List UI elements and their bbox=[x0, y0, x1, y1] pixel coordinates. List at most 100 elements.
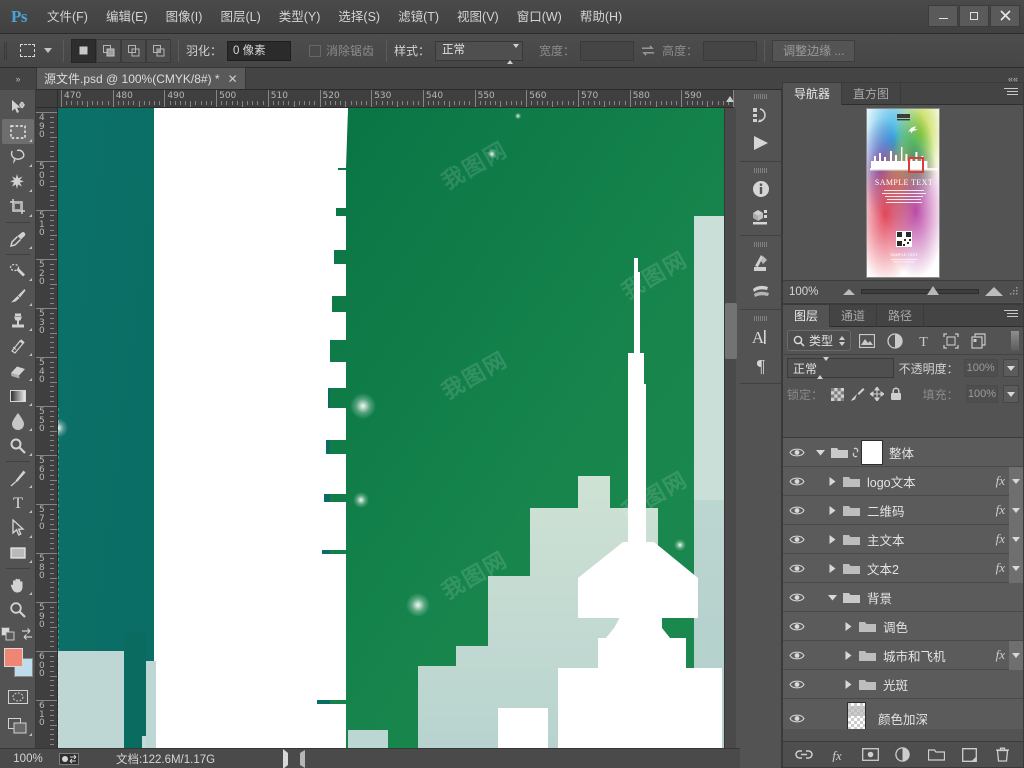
layer-filter-toggle[interactable] bbox=[1011, 330, 1019, 351]
table-row[interactable]: 颜色加深 bbox=[783, 699, 1023, 729]
layer-style-fx-icon[interactable]: fx bbox=[828, 746, 846, 764]
layer-filter-kind-select[interactable]: 类型 bbox=[787, 330, 852, 351]
link-mask-icon[interactable] bbox=[849, 446, 861, 459]
menu-layer[interactable]: 图层(L) bbox=[211, 0, 269, 34]
layer-name[interactable]: 二维码 bbox=[867, 501, 996, 520]
lock-image-pixels-icon[interactable] bbox=[850, 386, 865, 403]
layer-effects-expand[interactable] bbox=[1009, 495, 1023, 525]
resize-grip-icon[interactable] bbox=[1009, 285, 1019, 299]
layer-visibility-icon[interactable] bbox=[783, 476, 811, 487]
lock-transparent-pixels-icon[interactable] bbox=[830, 386, 845, 403]
style-select[interactable]: 正常 bbox=[435, 40, 524, 64]
fill-value[interactable]: 100% bbox=[965, 385, 999, 403]
group-expand-arrow[interactable] bbox=[839, 650, 857, 660]
close-icon[interactable]: ✕ bbox=[228, 72, 238, 86]
layer-name[interactable]: logo文本 bbox=[867, 472, 996, 491]
table-row[interactable]: 主文本 fx bbox=[783, 524, 1023, 554]
tool-presets-icon[interactable] bbox=[744, 249, 778, 277]
table-row[interactable]: 光斑 bbox=[783, 670, 1023, 699]
status-zoom-value[interactable]: 100% bbox=[0, 753, 56, 765]
add-to-selection-button[interactable] bbox=[96, 38, 121, 63]
path-selection-tool[interactable] bbox=[2, 515, 34, 540]
close-button[interactable] bbox=[990, 4, 1020, 27]
crop-tool[interactable] bbox=[2, 194, 34, 219]
layer-visibility-icon[interactable] bbox=[783, 447, 811, 458]
brush-tool[interactable] bbox=[2, 283, 34, 308]
filter-pixel-icon[interactable] bbox=[855, 330, 879, 352]
lasso-tool[interactable] bbox=[2, 144, 34, 169]
actions-panel-icon[interactable] bbox=[744, 129, 778, 157]
clone-stamp-tool[interactable] bbox=[2, 308, 34, 333]
blend-mode-select[interactable]: 正常 bbox=[787, 357, 894, 379]
magic-wand-tool[interactable] bbox=[2, 169, 34, 194]
layer-visibility-icon[interactable] bbox=[783, 563, 811, 574]
toolbar-dock-collapse[interactable]: » bbox=[0, 68, 36, 90]
layer-effects-expand[interactable] bbox=[1009, 466, 1023, 496]
menu-view[interactable]: 视图(V) bbox=[448, 0, 508, 34]
group-expand-arrow[interactable] bbox=[823, 563, 841, 573]
document-tab[interactable]: 源文件.psd @ 100%(CMYK/8#) * ✕ bbox=[36, 67, 246, 89]
table-row[interactable]: 文本2 fx bbox=[783, 553, 1023, 583]
layer-list[interactable]: 整体 logo文本 fx 二维码 fx 主文本 fx 文本2 fx 背景 调色 … bbox=[783, 437, 1023, 729]
zoom-tool[interactable] bbox=[2, 597, 34, 622]
artwork-image[interactable]: 我图网 我图网 我图网 我图网 我图网 我图网 我图网 我图网 我图网 bbox=[58, 108, 728, 748]
opacity-dropdown[interactable] bbox=[1002, 359, 1019, 377]
group-expand-arrow[interactable] bbox=[823, 505, 841, 515]
navigator-preview[interactable]: SAMPLE TEXT SAMPLE TEXT bbox=[783, 105, 1023, 280]
tool-preset-picker[interactable] bbox=[14, 39, 40, 63]
dodge-tool[interactable] bbox=[2, 433, 34, 458]
tab-navigator[interactable]: 导航器 bbox=[783, 83, 843, 105]
options-bar-grip[interactable] bbox=[4, 40, 14, 62]
filter-adjustment-icon[interactable] bbox=[883, 330, 907, 352]
quick-mask-icon[interactable] bbox=[2, 684, 34, 709]
new-adjustment-layer-icon[interactable] bbox=[894, 746, 912, 764]
scroll-up-button[interactable] bbox=[724, 92, 736, 106]
new-group-icon[interactable] bbox=[927, 746, 945, 764]
layer-name[interactable]: 整体 bbox=[889, 443, 1023, 462]
zoom-out-icon[interactable] bbox=[843, 288, 855, 295]
layer-effects-expand[interactable] bbox=[1009, 524, 1023, 554]
link-layers-icon[interactable] bbox=[795, 746, 813, 764]
menu-help[interactable]: 帮助(H) bbox=[571, 0, 631, 34]
tab-channels[interactable]: 通道 bbox=[830, 305, 878, 327]
scrollbar-thumb[interactable] bbox=[725, 303, 737, 359]
layer-thumbnail[interactable] bbox=[847, 702, 866, 729]
horizontal-type-tool[interactable]: T bbox=[2, 490, 34, 515]
layer-name[interactable]: 颜色加深 bbox=[878, 709, 1023, 728]
layer-name[interactable]: 城市和飞机 bbox=[883, 646, 996, 665]
navigator-view-box[interactable] bbox=[908, 156, 924, 173]
fill-dropdown[interactable] bbox=[1003, 385, 1019, 403]
dock-grip[interactable] bbox=[740, 238, 781, 249]
group-expand-arrow[interactable] bbox=[839, 679, 857, 689]
refine-edge-button[interactable]: 调整边缘 ... bbox=[772, 39, 856, 62]
table-row[interactable]: 城市和飞机 fx bbox=[783, 640, 1023, 670]
height-input[interactable] bbox=[703, 40, 758, 61]
opacity-value[interactable]: 100% bbox=[963, 359, 998, 377]
panel-menu-icon[interactable] bbox=[1004, 310, 1018, 319]
layer-visibility-icon[interactable] bbox=[783, 713, 811, 724]
layer-name[interactable]: 主文本 bbox=[867, 530, 996, 549]
foreground-color-swatch[interactable] bbox=[3, 648, 23, 667]
history-brush-tool[interactable] bbox=[2, 333, 34, 358]
swap-colors-icon[interactable] bbox=[20, 628, 34, 643]
delete-layer-icon[interactable] bbox=[993, 746, 1011, 764]
tool-preset-dropdown[interactable] bbox=[40, 48, 56, 53]
canvas-area[interactable]: 我图网 我图网 我图网 我图网 我图网 我图网 我图网 我图网 我图网 bbox=[58, 108, 734, 748]
lock-position-icon[interactable] bbox=[869, 386, 885, 403]
feather-input[interactable]: 0 像素 bbox=[227, 40, 292, 61]
group-expand-arrow[interactable] bbox=[823, 534, 841, 544]
layer-effects-expand[interactable] bbox=[1009, 640, 1023, 670]
default-colors-icon[interactable] bbox=[1, 627, 15, 644]
history-panel-icon[interactable] bbox=[744, 101, 778, 129]
layer-visibility-icon[interactable] bbox=[783, 621, 811, 632]
tab-histogram[interactable]: 直方图 bbox=[842, 83, 902, 105]
screen-mode-icon[interactable] bbox=[2, 713, 34, 738]
menu-type[interactable]: 类型(Y) bbox=[270, 0, 330, 34]
antialias-checkbox[interactable] bbox=[309, 44, 322, 57]
blur-tool[interactable] bbox=[2, 408, 34, 433]
layer-effects-expand[interactable] bbox=[1009, 553, 1023, 583]
minimize-button[interactable] bbox=[928, 4, 958, 27]
dock-grip[interactable] bbox=[740, 312, 781, 323]
paragraph-panel-icon[interactable]: ¶ bbox=[744, 351, 778, 379]
filter-smartobject-icon[interactable] bbox=[967, 330, 991, 352]
